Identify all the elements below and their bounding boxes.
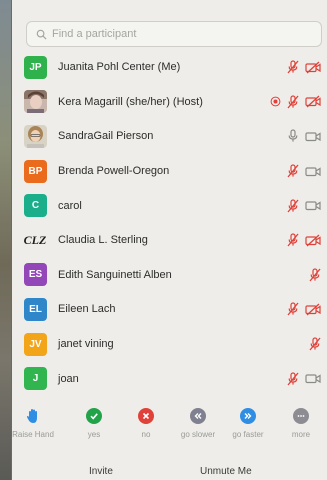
video-off-icon[interactable] [305,95,321,108]
avatar-initials: ES [24,263,47,287]
mic-muted-icon[interactable] [287,233,299,247]
invite-button[interactable]: Invite [89,466,113,477]
avatar-initials: JV [24,332,47,356]
footer-bar: Invite Unmute Me [12,466,327,480]
participant-list: JP Juanita Pohl Center (Me) Kera Magarill… [12,50,327,396]
avatar-logo: CLZ [23,232,47,247]
participant-status-icons [287,199,321,213]
mic-muted-icon[interactable] [287,199,299,213]
participant-name: Juanita Pohl Center (Me) [58,61,181,74]
avatar-photo [24,124,47,148]
participant-row[interactable]: JP Juanita Pohl Center (Me) [12,50,327,85]
participant-row[interactable]: Ccarol [12,188,327,223]
participant-row[interactable]: BP Brenda Powell-Oregon [12,154,327,189]
participant-name: SandraGail Pierson [58,130,154,143]
x-icon [138,408,154,424]
participant-status-icons [270,95,321,109]
participant-name: joan [58,372,79,385]
reaction-bar: Raise Hand yes no go slower go faster mo… [12,408,327,448]
participant-status-icons [309,268,321,282]
participant-row[interactable]: ES Edith Sanguinetti Alben [12,258,327,293]
participant-row[interactable]: CLZ Claudia L. Sterling [12,223,327,258]
mic-muted-icon[interactable] [287,372,299,386]
participant-row[interactable]: EL Eileen Lach [12,292,327,327]
avatar-initials: EL [24,297,47,321]
yes-button[interactable]: yes [71,408,117,439]
video-off-icon[interactable] [305,61,321,74]
participant-status-icons [309,337,321,351]
participant-status-icons [287,60,321,74]
avatar-initials: J [24,367,47,391]
participant-status-icons [287,129,321,143]
mic-muted-icon[interactable] [287,164,299,178]
avatar-initials: JP [24,55,47,79]
search-input[interactable] [52,28,292,40]
participant-status-icons [287,372,321,386]
participant-name: Eileen Lach [58,303,116,316]
unmute-me-button[interactable]: Unmute Me [200,466,252,477]
reaction-label: go faster [232,430,264,439]
raise-hand-button[interactable]: Raise Hand [10,408,56,439]
mic-icon[interactable] [287,129,299,143]
more-button[interactable]: more [278,408,324,439]
check-icon [86,408,102,424]
go-slower-button[interactable]: go slower [175,408,221,439]
reaction-label: Raise Hand [12,430,54,439]
participant-name: janet vining [58,338,114,351]
mic-muted-icon[interactable] [287,95,299,109]
participant-name: carol [58,199,82,212]
avatar-photo [24,90,47,114]
participant-name: Claudia L. Sterling [58,234,148,247]
video-icon[interactable] [305,372,321,385]
video-off-icon[interactable] [305,234,321,247]
participant-status-icons [287,233,321,247]
participant-row[interactable]: Kera Magarill (she/her) (Host) [12,85,327,120]
participant-name: Kera Magarill (she/her) (Host) [58,95,203,108]
video-icon[interactable] [305,199,321,212]
participants-panel: JP Juanita Pohl Center (Me) Kera Magarill… [12,0,327,480]
reaction-label: no [141,430,151,439]
search-icon [36,29,47,40]
video-off-icon[interactable] [305,303,321,316]
mic-muted-icon[interactable] [309,268,321,282]
participant-status-icons [287,302,321,316]
participant-row[interactable]: JV janet vining [12,327,327,362]
participant-name: Brenda Powell-Oregon [58,165,170,178]
go-faster-button[interactable]: go faster [225,408,271,439]
participant-name: Edith Sanguinetti Alben [58,268,172,281]
more-icon [293,408,309,424]
mic-muted-icon[interactable] [287,60,299,74]
participant-row[interactable]: Jjoan [12,361,327,396]
search-box[interactable] [26,21,322,47]
fast-forward-icon [240,408,256,424]
participant-row[interactable]: SandraGail Pierson [12,119,327,154]
reaction-label: yes [87,430,101,439]
recording-icon [270,96,281,107]
video-icon[interactable] [305,130,321,143]
no-button[interactable]: no [123,408,169,439]
avatar-initials: C [24,194,47,218]
rewind-icon [190,408,206,424]
avatar-initials: BP [24,159,47,183]
mic-muted-icon[interactable] [287,302,299,316]
participant-status-icons [287,164,321,178]
video-icon[interactable] [305,165,321,178]
mic-muted-icon[interactable] [309,337,321,351]
reaction-label: go slower [180,430,216,439]
raise-hand-icon [26,409,37,423]
reaction-label: more [291,430,311,439]
